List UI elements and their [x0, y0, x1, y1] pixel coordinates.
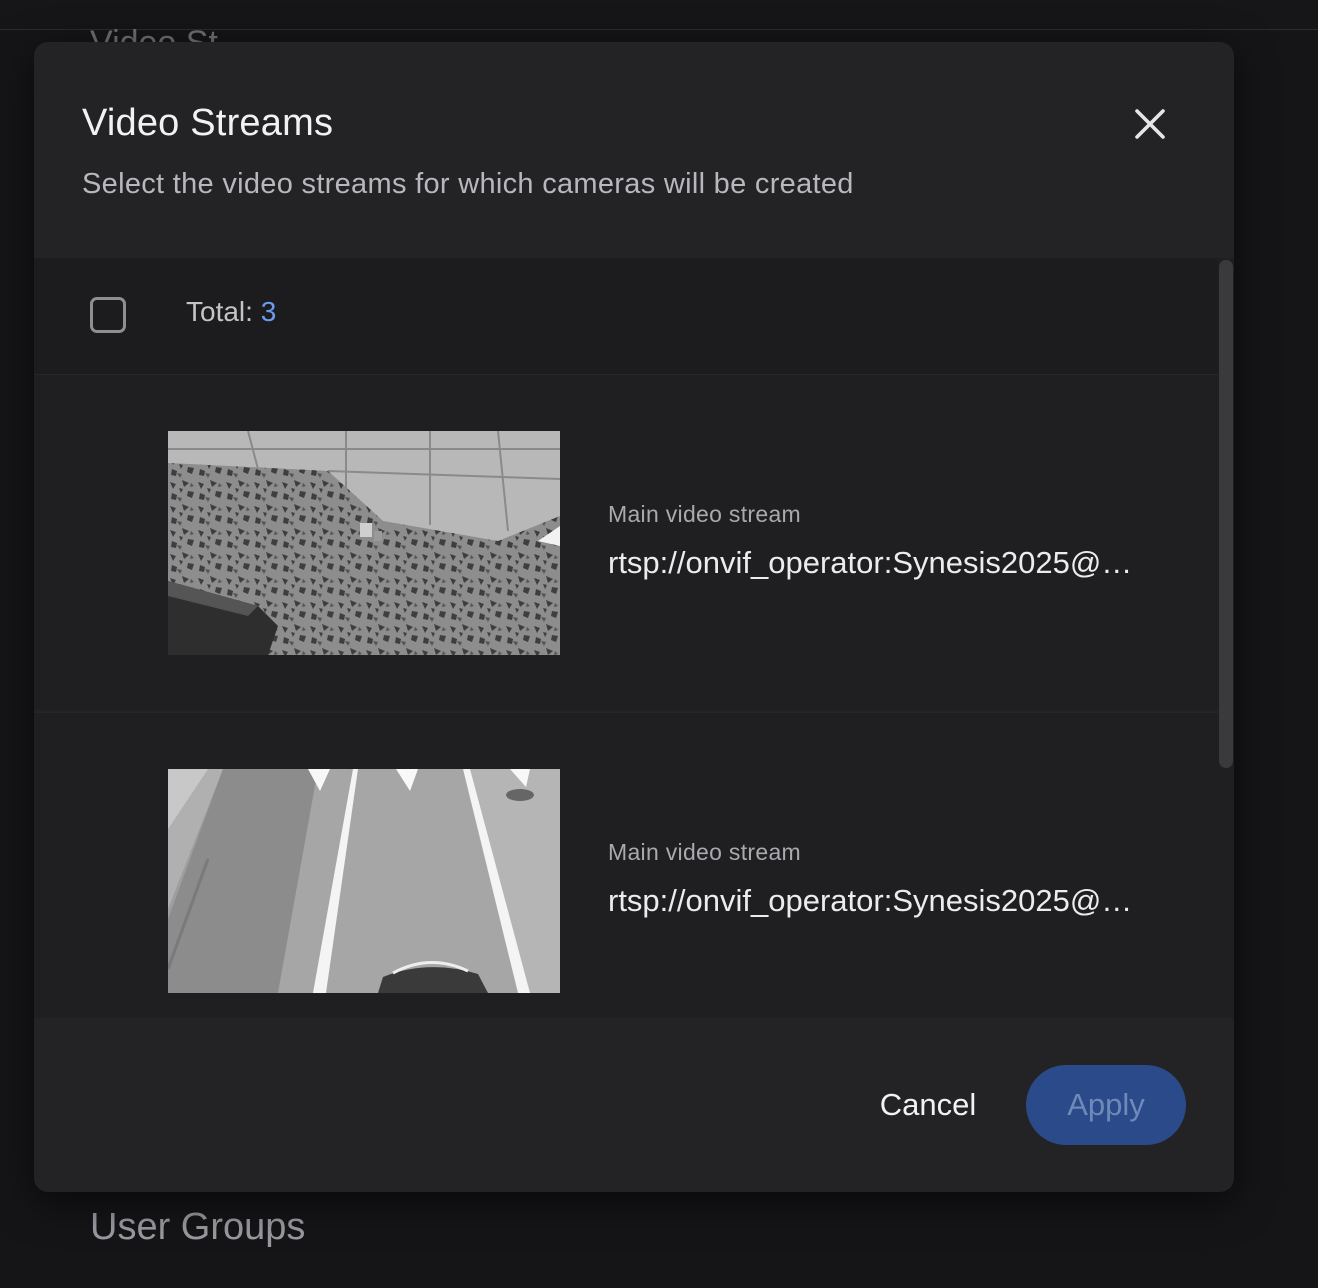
- stream-item[interactable]: Main video stream rtsp://onvif_operator:…: [34, 712, 1218, 1018]
- stream-list: Total: 3 Main video stream rtsp://onvif_…: [34, 258, 1234, 1018]
- close-icon: [1135, 109, 1165, 139]
- stream-type-label: Main video stream: [608, 839, 802, 865]
- stream-url: rtsp://onvif_operator:Synesis2025@…: [608, 545, 1133, 580]
- select-all-checkbox[interactable]: [90, 297, 126, 333]
- total-count: 3: [260, 296, 277, 327]
- stream-thumbnail: [168, 431, 560, 655]
- dialog-header: Video Streams Select the video streams f…: [34, 42, 1234, 258]
- stream-type-label: Main video stream: [608, 501, 802, 527]
- stream-url: rtsp://onvif_operator:Synesis2025@…: [608, 883, 1133, 918]
- dialog-subtitle: Select the video streams for which camer…: [82, 168, 854, 200]
- dialog-footer: Cancel Apply: [34, 1018, 1234, 1192]
- cancel-button[interactable]: Cancel: [860, 1064, 996, 1146]
- apply-button[interactable]: Apply: [1026, 1065, 1186, 1145]
- background-user-groups-heading: User Groups: [90, 1206, 306, 1248]
- total-label: Total: 3: [186, 296, 276, 328]
- video-streams-dialog: Video Streams Select the video streams f…: [34, 42, 1234, 1192]
- close-button[interactable]: [1130, 104, 1170, 144]
- stream-thumbnail: [168, 769, 560, 993]
- scrollbar-thumb[interactable]: [1219, 260, 1233, 768]
- stream-item[interactable]: Main video stream rtsp://onvif_operator:…: [34, 374, 1218, 710]
- total-label-text: Total:: [186, 296, 253, 327]
- dialog-title: Video Streams: [82, 102, 334, 144]
- select-all-row: Total: 3: [34, 258, 1218, 374]
